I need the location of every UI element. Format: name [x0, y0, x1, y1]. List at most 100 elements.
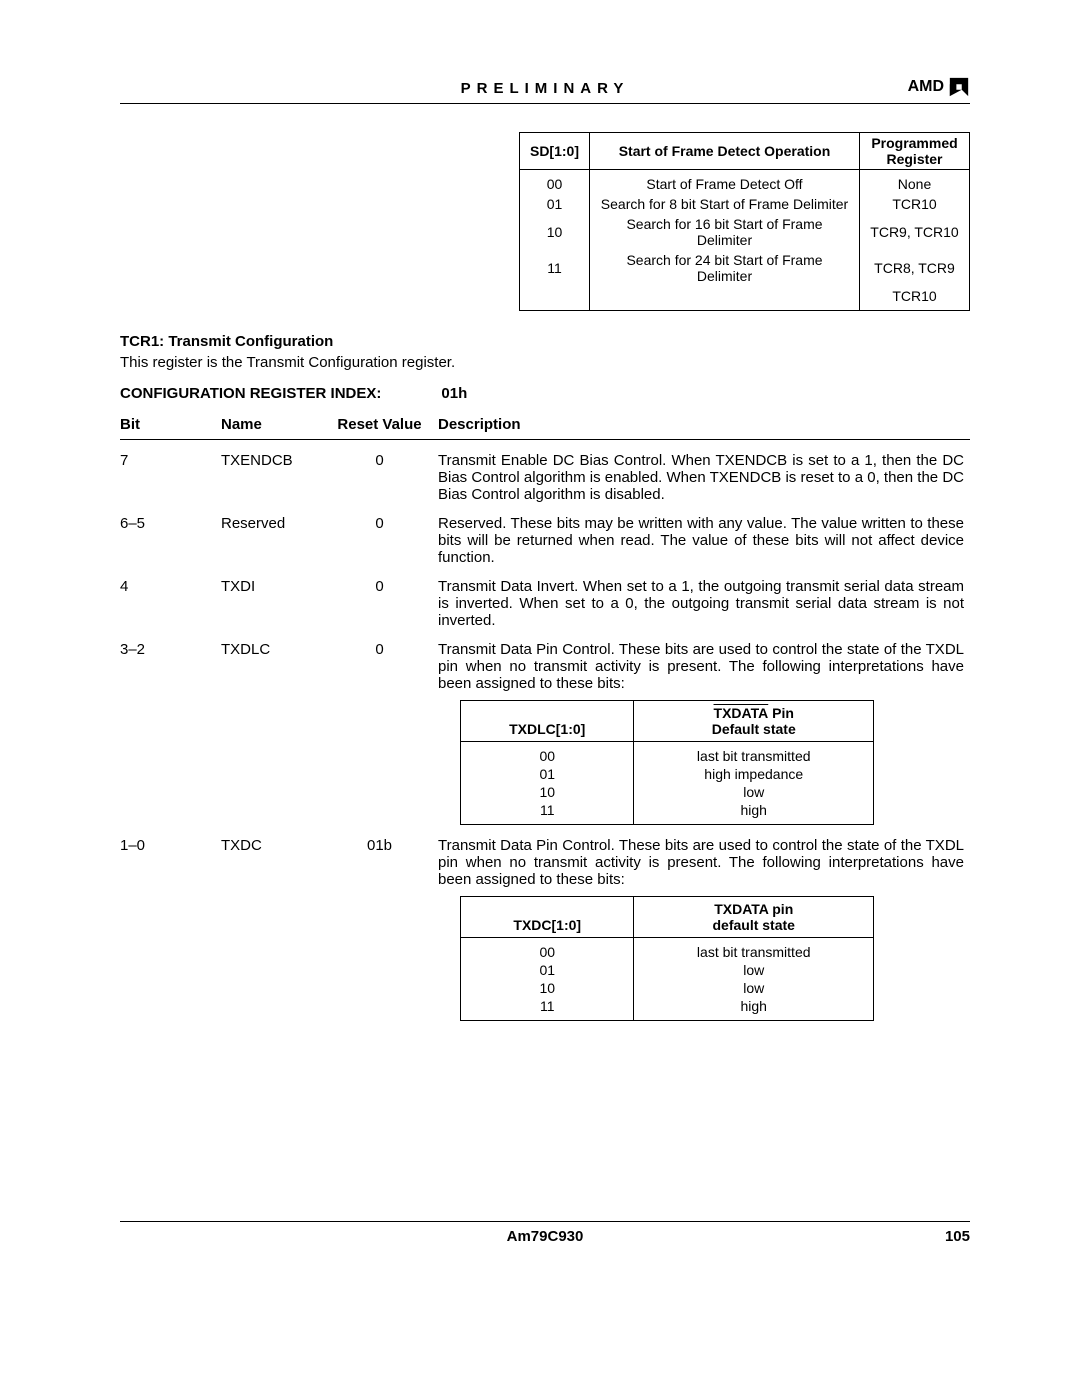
reset-cell: 0: [327, 566, 438, 629]
cell: None: [860, 170, 970, 195]
table-row: 00last bit transmitted: [461, 742, 874, 766]
sd-table: SD[1:0] Start of Frame Detect Operation …: [519, 132, 970, 311]
cell: 00: [519, 170, 589, 195]
sd-th-3a: Programmed: [870, 135, 959, 151]
config-register-index: CONFIGURATION REGISTER INDEX: 01h: [120, 385, 970, 402]
table-row: 11 Search for 24 bit Start of Frame Deli…: [519, 250, 969, 286]
cell: Start of Frame Detect Off: [590, 170, 860, 195]
cell: Search for 16 bit Start of Frame Delimit…: [590, 214, 860, 250]
cell: 11: [461, 997, 634, 1021]
bits-th-name: Name: [221, 412, 327, 440]
txdata-pin: Pin: [768, 705, 794, 721]
reset-cell: 01b: [327, 825, 438, 1021]
section-body: This register is the Transmit Configurat…: [120, 354, 970, 371]
txdc-table: TXDC[1:0] TXDATA pin default state 00las…: [460, 896, 874, 1021]
preliminary-label: PRELIMINARY: [461, 80, 630, 97]
txdlc-th-2b: Default state: [712, 721, 796, 737]
name-cell: TXDC: [221, 825, 327, 1021]
cell: TCR9, TCR10: [860, 214, 970, 250]
name-cell: TXDLC: [221, 629, 327, 825]
bits-row: 6–5 Reserved 0 Reserved. These bits may …: [120, 503, 970, 566]
cell: TCR10: [860, 194, 970, 214]
cri-label: CONFIGURATION REGISTER INDEX:: [120, 385, 381, 402]
txdlc-table: TXDLC[1:0] TXDATA Pin Default state 00la…: [460, 700, 874, 825]
footer-part: Am79C930: [507, 1228, 584, 1245]
desc-text: Transmit Data Pin Control. These bits ar…: [438, 837, 964, 888]
desc-text: Transmit Data Pin Control. These bits ar…: [438, 641, 964, 692]
txdc-table-wrap: TXDC[1:0] TXDATA pin default state 00las…: [460, 896, 874, 1021]
txdlc-th-2: TXDATA Pin Default state: [634, 701, 874, 742]
cell: [519, 286, 589, 311]
cell: last bit transmitted: [634, 938, 874, 962]
page-footer: Am79C930 105: [120, 1221, 970, 1245]
bits-th-desc: Description: [438, 412, 970, 440]
table-row: 10 Search for 16 bit Start of Frame Deli…: [519, 214, 969, 250]
sd-th-3b: Register: [870, 151, 959, 167]
bits-th-bit: Bit: [120, 412, 221, 440]
txdata-overline: TXDATA: [714, 705, 769, 721]
table-row: 01 Search for 8 bit Start of Frame Delim…: [519, 194, 969, 214]
desc-cell: Transmit Data Pin Control. These bits ar…: [438, 629, 970, 825]
footer-pageno: 105: [945, 1228, 970, 1245]
table-row: 11high: [461, 801, 874, 825]
cell: 10: [519, 214, 589, 250]
bits-row: 7 TXENDCB 0 Transmit Enable DC Bias Cont…: [120, 440, 970, 504]
reset-cell: 0: [327, 440, 438, 504]
sd-table-wrap: SD[1:0] Start of Frame Detect Operation …: [120, 132, 970, 311]
reset-cell: 0: [327, 503, 438, 566]
cell: Search for 8 bit Start of Frame Delimite…: [590, 194, 860, 214]
cell: high: [634, 801, 874, 825]
cell: low: [634, 783, 874, 801]
sd-th-3: Programmed Register: [860, 133, 970, 170]
cell: 11: [461, 801, 634, 825]
table-row: 01low: [461, 961, 874, 979]
table-row: TCR10: [519, 286, 969, 311]
sd-th-1: SD[1:0]: [519, 133, 589, 170]
cell: high: [634, 997, 874, 1021]
bit-cell: 6–5: [120, 503, 221, 566]
txdc-th-2a: TXDATA pin: [714, 901, 793, 917]
table-row: 10low: [461, 979, 874, 997]
page: PRELIMINARY AMD SD[1:0] Start of Frame D…: [0, 0, 1080, 1305]
cell: 00: [461, 938, 634, 962]
reset-cell: 0: [327, 629, 438, 825]
brand: AMD: [908, 76, 970, 98]
desc-cell: Transmit Data Invert. When set to a 1, t…: [438, 566, 970, 629]
cell: 01: [461, 961, 634, 979]
cell: Search for 24 bit Start of Frame Delimit…: [590, 250, 860, 286]
table-row: 10low: [461, 783, 874, 801]
txdlc-table-wrap: TXDLC[1:0] TXDATA Pin Default state 00la…: [460, 700, 874, 825]
cri-value: 01h: [441, 385, 467, 402]
desc-cell: Transmit Data Pin Control. These bits ar…: [438, 825, 970, 1021]
cell: high impedance: [634, 765, 874, 783]
cell: 01: [519, 194, 589, 214]
desc-cell: Transmit Enable DC Bias Control. When TX…: [438, 440, 970, 504]
bits-row: 3–2 TXDLC 0 Transmit Data Pin Control. T…: [120, 629, 970, 825]
bit-cell: 7: [120, 440, 221, 504]
amd-logo-icon: [948, 76, 970, 98]
table-row: 00 Start of Frame Detect Off None: [519, 170, 969, 195]
name-cell: Reserved: [221, 503, 327, 566]
cell: 01: [461, 765, 634, 783]
name-cell: TXDI: [221, 566, 327, 629]
cell: low: [634, 961, 874, 979]
cell: [590, 286, 860, 311]
txdlc-th-1: TXDLC[1:0]: [461, 701, 634, 742]
bit-cell: 1–0: [120, 825, 221, 1021]
cell: TCR8, TCR9: [860, 250, 970, 286]
txdc-th-2: TXDATA pin default state: [634, 897, 874, 938]
bits-row: 1–0 TXDC 01b Transmit Data Pin Control. …: [120, 825, 970, 1021]
cell: 10: [461, 783, 634, 801]
bits-th-reset: Reset Value: [327, 412, 438, 440]
brand-text: AMD: [908, 78, 944, 96]
cell: 11: [519, 250, 589, 286]
cell: 00: [461, 742, 634, 766]
txdc-th-2b: default state: [712, 917, 794, 933]
table-row: 01high impedance: [461, 765, 874, 783]
txdc-th-1: TXDC[1:0]: [461, 897, 634, 938]
bit-cell: 3–2: [120, 629, 221, 825]
table-row: 00last bit transmitted: [461, 938, 874, 962]
bits-row: 4 TXDI 0 Transmit Data Invert. When set …: [120, 566, 970, 629]
bits-table: Bit Name Reset Value Description 7 TXEND…: [120, 412, 970, 1021]
desc-cell: Reserved. These bits may be written with…: [438, 503, 970, 566]
